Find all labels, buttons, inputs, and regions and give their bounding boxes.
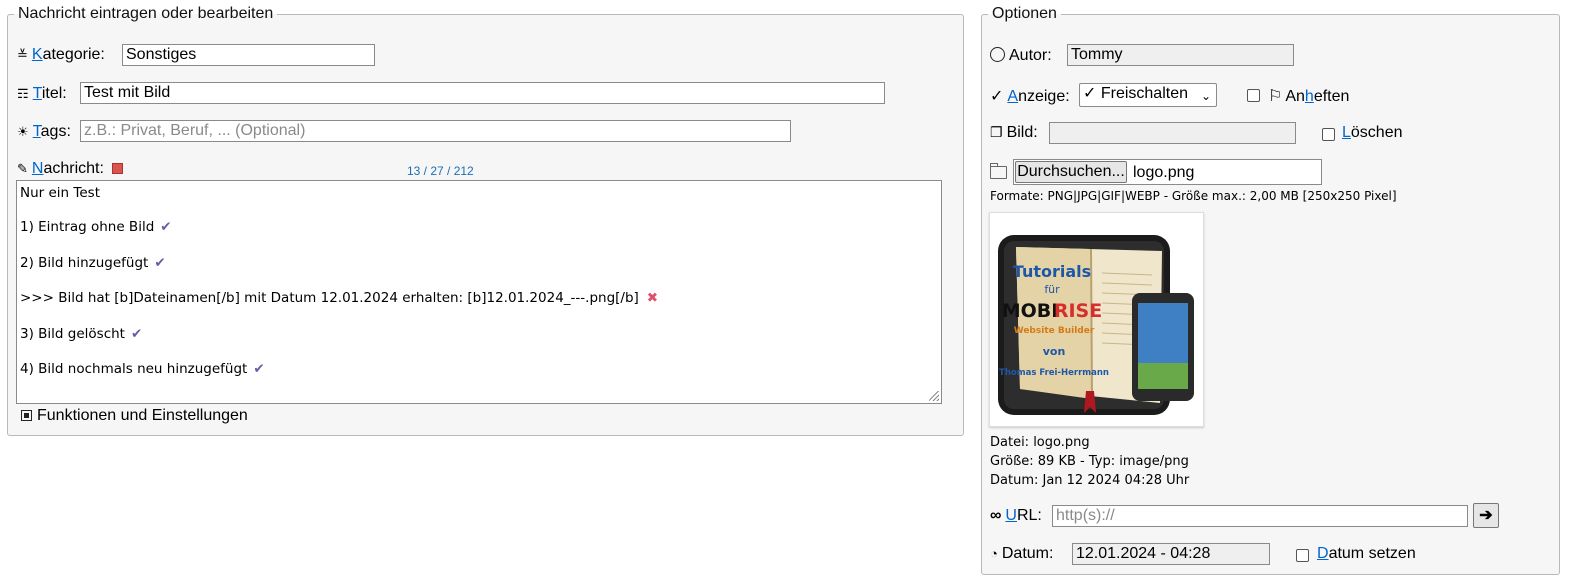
color-picker-icon[interactable] <box>112 163 124 175</box>
titel-label: ☶ Titel: <box>17 85 67 102</box>
clock-icon: ◔ <box>990 546 998 561</box>
tags-label: ☀ Tags: <box>17 123 71 140</box>
char-counter: 13 / 27 / 212 <box>407 164 474 178</box>
url-input[interactable]: http(s):// <box>1052 505 1468 527</box>
kategorie-label: ≚ Kategorie: <box>17 46 105 63</box>
file-info-date: Datum: Jan 12 2024 04:28 Uhr <box>990 473 1190 488</box>
check-icon: ✓ <box>990 88 1004 105</box>
preview-author: Thomas Frei-Herrmann <box>999 368 1109 378</box>
checkmark-icon: ✔ <box>253 361 265 377</box>
message-line: Nur ein Test <box>20 185 100 201</box>
tags-placeholder: z.B.: Privat, Beruf, ... (Optional) <box>84 122 306 139</box>
folder-icon <box>990 163 1007 179</box>
autor-label: Autor: <box>990 47 1052 65</box>
url-placeholder: http(s):// <box>1056 507 1115 524</box>
loeschen-checkbox[interactable] <box>1322 128 1335 141</box>
preview-brand-a: MOBI <box>1002 300 1059 322</box>
checkmark-icon: ✔ <box>130 326 143 342</box>
chevron-down-icon: ⌄ <box>1200 89 1211 103</box>
checkmark-icon: ✔ <box>154 255 166 271</box>
url-go-button[interactable]: ➔ <box>1473 503 1499 528</box>
bild-input[interactable] <box>1049 122 1296 144</box>
list-icon: ☶ <box>17 86 29 101</box>
file-info: Datei: logo.png Größe: 89 KB - Typ: imag… <box>990 433 1189 490</box>
anheften-label: ⚐ Anheften <box>1268 88 1350 105</box>
preview-title-2: für <box>1044 283 1060 296</box>
message-line: 3) Bild gelöscht ✔ <box>20 326 143 342</box>
datum-label: ◔ Datum: <box>990 545 1054 562</box>
loeschen-label: Löschen <box>1342 124 1403 141</box>
message-line: 4) Bild nochmals neu hinzugefügt ✔ <box>20 361 265 377</box>
options-legend: Optionen <box>992 5 1057 22</box>
message-line: 2) Bild hinzugefügt ✔ <box>20 255 166 271</box>
flag-icon: ⚐ <box>1268 88 1283 105</box>
link-icon: ∞ <box>990 507 1002 524</box>
preview-title-1: Tutorials <box>1013 262 1091 281</box>
titel-input[interactable]: Test mit Bild <box>80 82 885 104</box>
datum-setzen-checkbox[interactable] <box>1296 549 1309 562</box>
nachricht-label: ✎ Nachricht: <box>17 160 124 178</box>
autor-input[interactable]: Tommy <box>1067 44 1294 66</box>
datum-input[interactable]: 12.01.2024 - 04:28 <box>1072 543 1270 565</box>
anzeige-label: ✓ Anzeige: <box>990 88 1070 105</box>
anheften-checkbox[interactable] <box>1247 89 1260 102</box>
toggle-square-icon <box>21 410 32 422</box>
logo-graphic: Tutorials für MOBI RISE Website Builder … <box>998 235 1194 415</box>
message-line: >>> Bild hat [b]Dateinamen[/b] mit Datum… <box>20 290 659 306</box>
circle-icon <box>990 47 1005 62</box>
format-info: Formate: PNG|JPG|GIF|WEBP - Größe max.: … <box>990 189 1397 203</box>
bild-label: ❐ Bild: <box>990 124 1038 141</box>
preview-image: Tutorials für MOBI RISE Website Builder … <box>989 212 1204 427</box>
checkmark-icon: ✔ <box>160 219 172 235</box>
kategorie-input[interactable]: Sonstiges <box>122 44 375 66</box>
message-line: 1) Eintrag ohne Bild ✔ <box>20 219 172 235</box>
file-info-name: Datei: logo.png <box>990 435 1090 450</box>
preview-subtitle: Website Builder <box>1014 326 1095 336</box>
browse-button[interactable]: Durchsuchen... <box>1015 161 1127 183</box>
file-name: logo.png <box>1133 164 1195 181</box>
datum-setzen-label: Datum setzen <box>1317 545 1416 562</box>
file-info-size: Größe: 89 KB - Typ: image/png <box>990 454 1189 469</box>
url-label: ∞ URL: <box>990 507 1042 524</box>
image-frame-icon: ❐ <box>990 124 1003 140</box>
tags-input[interactable]: z.B.: Privat, Beruf, ... (Optional) <box>80 120 791 142</box>
message-textarea[interactable]: Nur ein Test 1) Eintrag ohne Bild ✔ 2) Bi… <box>16 180 942 404</box>
category-icon: ≚ <box>17 47 28 62</box>
sun-icon: ☀ <box>17 124 29 139</box>
preview-von: von <box>1043 345 1066 358</box>
resize-handle[interactable] <box>929 391 939 401</box>
cross-icon: ✖ <box>646 290 659 306</box>
functions-toggle[interactable]: Funktionen und Einstellungen <box>21 407 248 425</box>
preview-brand-b: RISE <box>1054 300 1102 322</box>
message-legend: Nachricht eintragen oder bearbeiten <box>18 5 274 22</box>
anzeige-select[interactable]: ✓ Freischalten ⌄ <box>1079 83 1217 107</box>
pencil-icon: ✎ <box>17 161 28 176</box>
